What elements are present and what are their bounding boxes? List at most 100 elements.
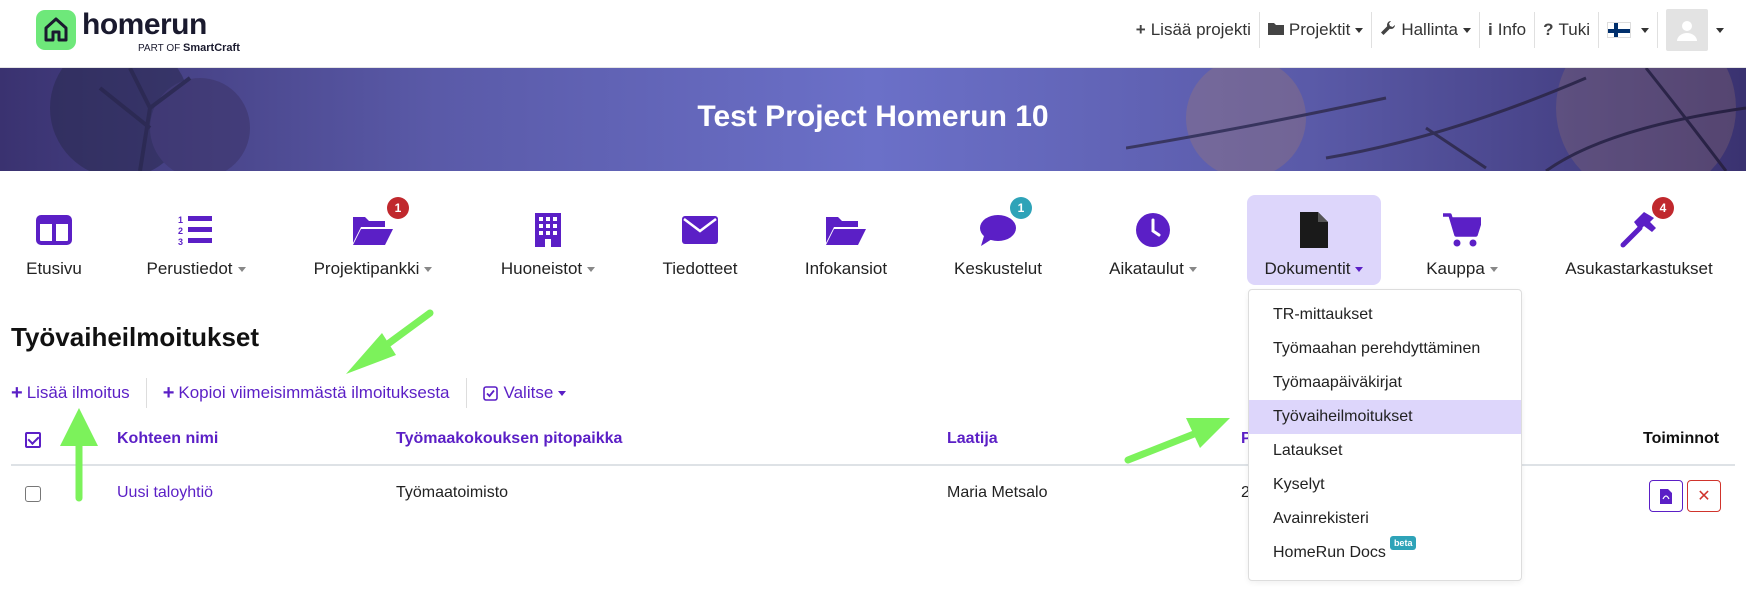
module-label-text: Projektipankki (313, 259, 420, 278)
add-notice-label: Lisää ilmoitus (26, 383, 130, 402)
module-label: Projektipankki (314, 259, 433, 279)
row-checkbox[interactable] (25, 486, 41, 502)
notification-badge: 1 (387, 197, 409, 219)
top-navbar: homerun PART OF SmartCraft + Lisää proje… (0, 0, 1746, 68)
module-keskustelut[interactable]: 1 Keskustelut (946, 195, 1050, 285)
chevron-down-icon (237, 267, 246, 273)
add-project-link[interactable]: + Lisää projekti (1128, 12, 1260, 48)
dropdown-item-tyomaapaivakirjat[interactable]: Työmaapäiväkirjat (1249, 366, 1521, 400)
question-icon: ? (1543, 20, 1554, 39)
brand-sub-brand: SmartCraft (183, 42, 240, 54)
chevron-down-icon (1355, 27, 1364, 33)
dropdown-item-homerun-docs[interactable]: HomeRun Docsbeta (1249, 536, 1521, 570)
project-banner: Test Project Homerun 10 (0, 68, 1746, 171)
admin-label: Hallinta (1401, 20, 1459, 39)
module-label: Asukastarkastukset (1565, 259, 1713, 278)
module-projektipankki[interactable]: 1 Projektipankki (304, 195, 442, 285)
house-icon (36, 10, 76, 50)
copy-latest-button[interactable]: + Kopioi viimeisimmästä ilmoituksesta (163, 378, 467, 408)
dropdown-item-tr-mittaukset[interactable]: TR-mittaukset (1249, 298, 1521, 332)
language-menu[interactable] (1599, 12, 1658, 48)
help-link[interactable]: ? Tuki (1535, 12, 1599, 48)
chevron-down-icon (558, 390, 567, 396)
row-name-link[interactable]: Uusi taloyhtiö (117, 484, 213, 502)
info-link[interactable]: i Info (1480, 12, 1536, 48)
select-menu[interactable]: Valitse (482, 378, 583, 408)
module-label: Tiedotteet (662, 259, 738, 278)
module-label-text: Huoneistot (500, 259, 583, 278)
chevron-down-icon (1641, 27, 1649, 33)
layout-icon (36, 205, 72, 255)
module-label-text: Dokumentit (1264, 259, 1351, 278)
notification-badge: 1 (1010, 197, 1032, 219)
chevron-down-icon (424, 267, 433, 273)
copy-latest-label: Kopioi viimeisimmästä ilmoituksesta (178, 383, 450, 402)
homerun-docs-label: HomeRun Docs (1273, 544, 1386, 561)
pdf-button[interactable] (1649, 480, 1683, 512)
chevron-down-icon (1489, 267, 1498, 273)
svg-text:3: 3 (178, 237, 183, 246)
select-label: Valitse (503, 383, 554, 402)
hammer-icon: 4 (1620, 197, 1674, 255)
column-name[interactable]: Kohteen nimi (117, 430, 218, 448)
module-label: Perustiedot (147, 259, 246, 279)
dropdown-item-kyselyt[interactable]: Kyselyt (1249, 468, 1521, 502)
page-title: Työvaiheilmoitukset (11, 322, 260, 352)
brand-wordmark: homerun (82, 8, 207, 41)
module-etusivu[interactable]: Etusivu (14, 195, 94, 285)
chat-icon: 1 (980, 197, 1032, 255)
dropdown-item-avainrekisteri[interactable]: Avainrekisteri (1249, 502, 1521, 536)
select-all-checkbox[interactable] (25, 432, 41, 448)
module-infokansiot[interactable]: Infokansiot (796, 195, 896, 285)
admin-menu[interactable]: Hallinta (1372, 12, 1481, 48)
plus-icon: + (162, 381, 175, 404)
cart-icon (1443, 205, 1481, 255)
documents-dropdown-menu: TR-mittaukset Työmaahan perehdyttäminen … (1248, 289, 1522, 581)
folder-open-icon: 1 (353, 197, 409, 255)
info-label: Info (1497, 20, 1527, 39)
dropdown-item-tyomaahan-perehdyttaminen[interactable]: Työmaahan perehdyttäminen (1249, 332, 1521, 366)
module-label: Aikataulut (1109, 259, 1197, 279)
envelope-icon (682, 205, 718, 255)
plus-icon: + (11, 381, 23, 404)
building-icon (535, 205, 561, 255)
add-project-label: Lisää projekti (1150, 20, 1251, 39)
module-kauppa[interactable]: Kauppa (1412, 195, 1512, 285)
action-toolbar: + Lisää ilmoitus + Kopioi viimeisimmästä… (11, 378, 598, 408)
clock-icon (1136, 205, 1170, 255)
column-author[interactable]: Laatija (947, 430, 998, 448)
brand-sub-prefix: PART OF (138, 43, 181, 54)
module-label: Etusivu (26, 259, 82, 278)
chevron-down-icon (1188, 267, 1197, 273)
finland-flag-icon (1607, 22, 1631, 38)
checkbox-checked-icon (25, 432, 41, 448)
project-title: Test Project Homerun 10 (697, 100, 1049, 133)
projects-label: Projektit (1288, 20, 1351, 39)
module-label: Huoneistot (500, 259, 596, 279)
chevron-down-icon (1463, 27, 1472, 33)
delete-button[interactable]: ✕ (1687, 480, 1721, 512)
file-pdf-icon (1660, 488, 1672, 504)
list-ol-icon: 123 (178, 205, 214, 255)
projects-menu[interactable]: Projektit (1260, 12, 1373, 48)
module-label: Dokumentit (1265, 259, 1364, 279)
close-icon: ✕ (1697, 488, 1711, 505)
module-navigation: Etusivu 123 Perustiedot 1 Projektipankki… (0, 195, 1746, 295)
module-perustiedot[interactable]: 123 Perustiedot (138, 195, 254, 285)
module-asukastarkastukset[interactable]: 4 Asukastarkastukset (1556, 195, 1722, 285)
module-label-text: Perustiedot (146, 259, 233, 278)
user-menu[interactable] (1658, 9, 1732, 51)
module-label: Kauppa (1426, 259, 1498, 279)
add-notice-button[interactable]: + Lisää ilmoitus (11, 378, 147, 408)
dropdown-item-tyovaiheilmoitukset[interactable]: Työvaiheilmoitukset (1249, 400, 1521, 434)
module-label-text: Aikataulut (1109, 259, 1184, 278)
svg-text:2: 2 (178, 226, 183, 236)
module-tiedotteet[interactable]: Tiedotteet (654, 195, 746, 285)
checkbox-icon (25, 486, 41, 502)
module-aikataulut[interactable]: Aikataulut (1100, 195, 1206, 285)
module-dokumentit[interactable]: Dokumentit (1247, 195, 1381, 285)
module-huoneistot[interactable]: Huoneistot (492, 195, 604, 285)
dropdown-item-lataukset[interactable]: Lataukset (1249, 434, 1521, 468)
homerun-logo[interactable]: homerun PART OF SmartCraft (36, 10, 240, 54)
column-meeting-place[interactable]: Työmaakokouksen pitopaikka (396, 430, 622, 448)
